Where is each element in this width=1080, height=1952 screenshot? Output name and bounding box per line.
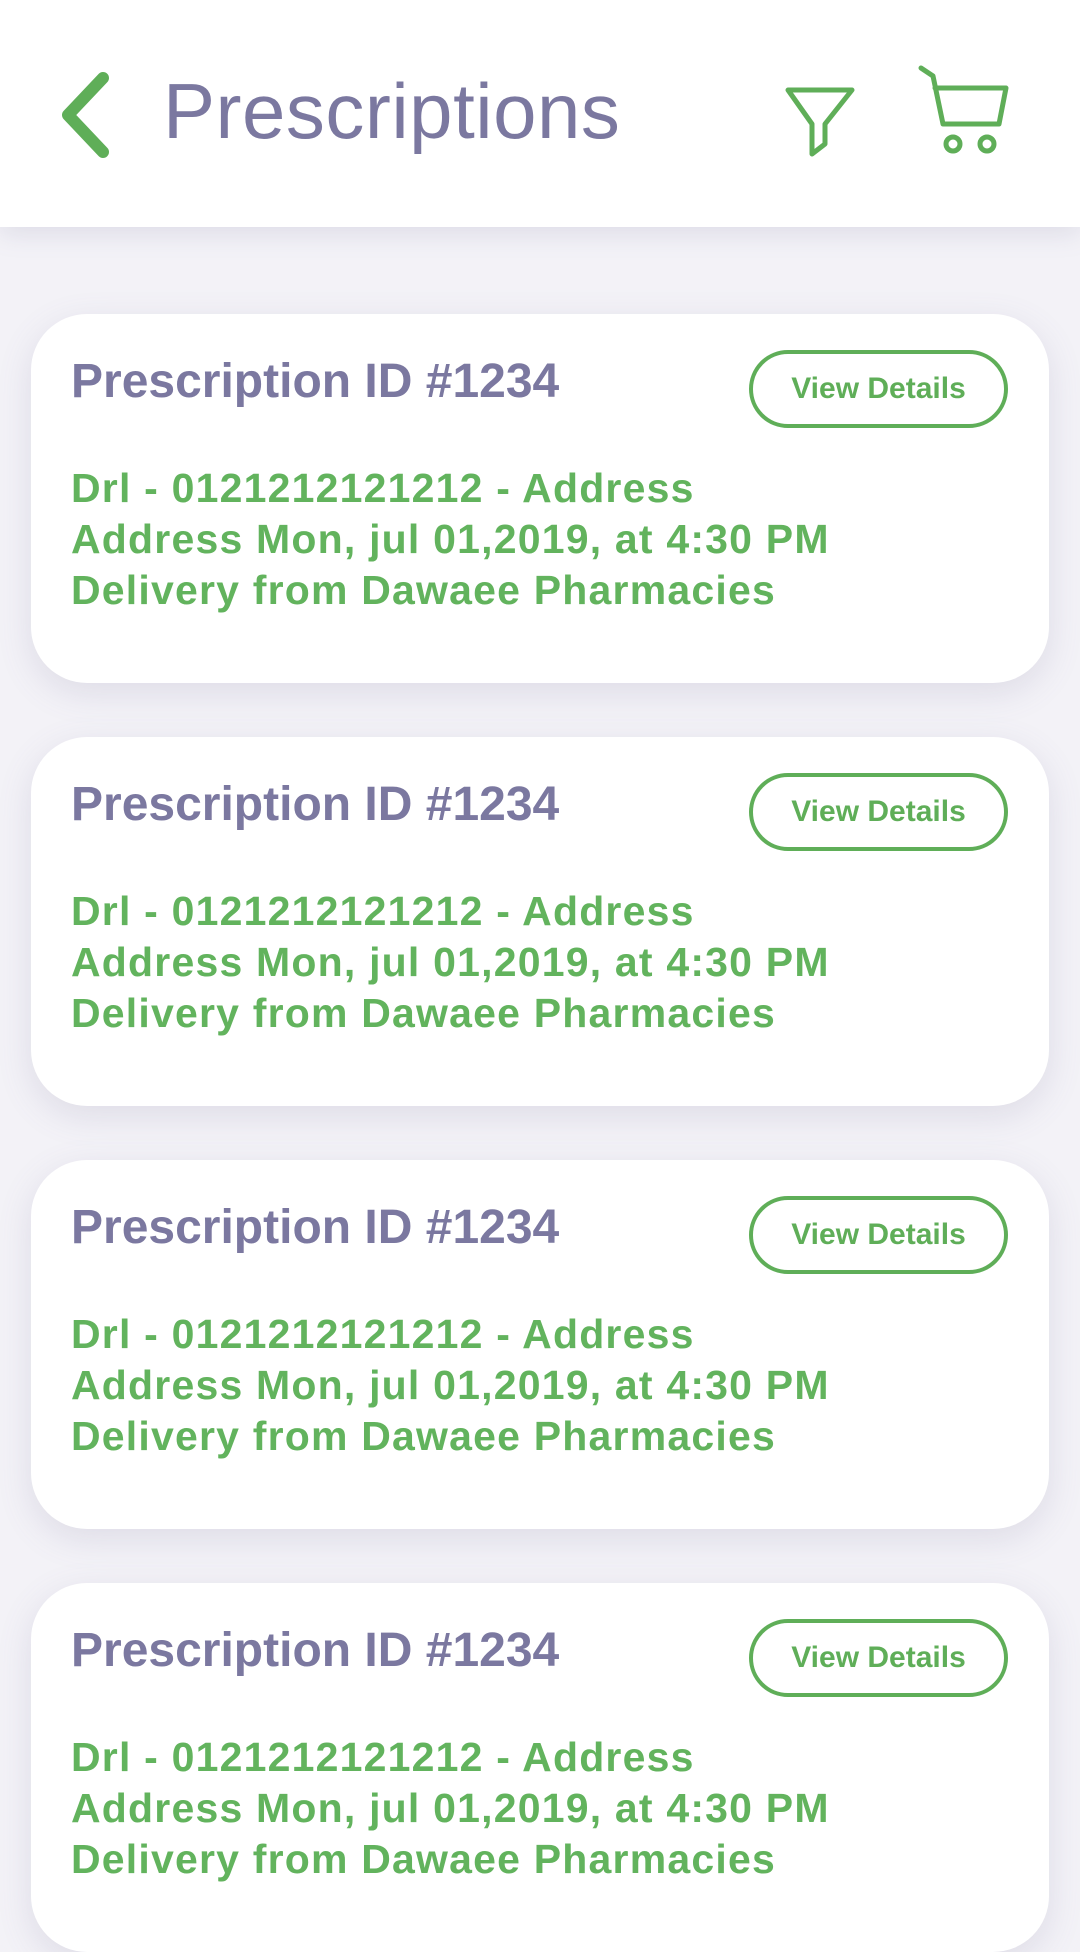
doctor-line: Drl - 0121212121212 - Address <box>71 1734 695 1780</box>
filter-button[interactable] <box>780 82 860 162</box>
delivery-line: Delivery from Dawaee Pharmacies <box>71 990 776 1036</box>
view-details-button[interactable]: View Details <box>749 773 1008 851</box>
delivery-line: Delivery from Dawaee Pharmacies <box>71 1836 776 1882</box>
delivery-line: Delivery from Dawaee Pharmacies <box>71 1413 776 1459</box>
app-header: Prescriptions <box>0 0 1080 227</box>
doctor-line: Drl - 0121212121212 - Address <box>71 1311 695 1357</box>
address-date-line: Address Mon, jul 01,2019, at 4:30 PM <box>71 1362 830 1408</box>
doctor-line: Drl - 0121212121212 - Address <box>71 888 695 934</box>
chevron-left-icon <box>62 72 109 158</box>
prescription-card: Prescription ID #1234 View Details Drl -… <box>31 1583 1049 1952</box>
delivery-line: Delivery from Dawaee Pharmacies <box>71 567 776 613</box>
address-date-line: Address Mon, jul 01,2019, at 4:30 PM <box>71 516 830 562</box>
address-date-line: Address Mon, jul 01,2019, at 4:30 PM <box>71 939 830 985</box>
prescription-card: Prescription ID #1234 View Details Drl -… <box>31 1160 1049 1529</box>
cart-button[interactable] <box>913 60 1013 160</box>
cart-icon <box>918 65 1009 154</box>
view-details-button[interactable]: View Details <box>749 1619 1008 1697</box>
back-button[interactable] <box>58 70 118 160</box>
prescription-card: Prescription ID #1234 View Details Drl -… <box>31 737 1049 1106</box>
page-title: Prescriptions <box>163 67 621 155</box>
view-details-button[interactable]: View Details <box>749 350 1008 428</box>
prescription-id: Prescription ID #1234 <box>71 1201 560 1254</box>
view-details-button[interactable]: View Details <box>749 1196 1008 1274</box>
address-date-line: Address Mon, jul 01,2019, at 4:30 PM <box>71 1785 830 1831</box>
prescription-id: Prescription ID #1234 <box>71 778 560 831</box>
doctor-line: Drl - 0121212121212 - Address <box>71 465 695 511</box>
prescription-id: Prescription ID #1234 <box>71 355 560 408</box>
filter-icon <box>785 87 855 157</box>
prescription-list[interactable]: Prescription ID #1234 View Details Drl -… <box>0 227 1080 1952</box>
prescription-id: Prescription ID #1234 <box>71 1624 560 1677</box>
prescription-card: Prescription ID #1234 View Details Drl -… <box>31 314 1049 683</box>
